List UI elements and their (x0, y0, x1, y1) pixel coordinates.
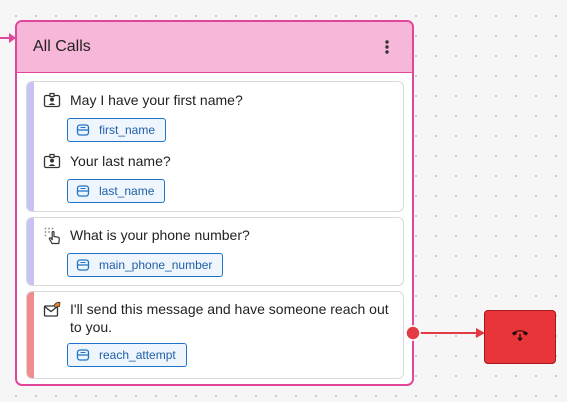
hang-up-node[interactable] (484, 310, 556, 364)
outgoing-connector (405, 325, 485, 341)
output-port-handle[interactable] (405, 325, 421, 341)
hang-up-phone-icon (511, 328, 529, 347)
